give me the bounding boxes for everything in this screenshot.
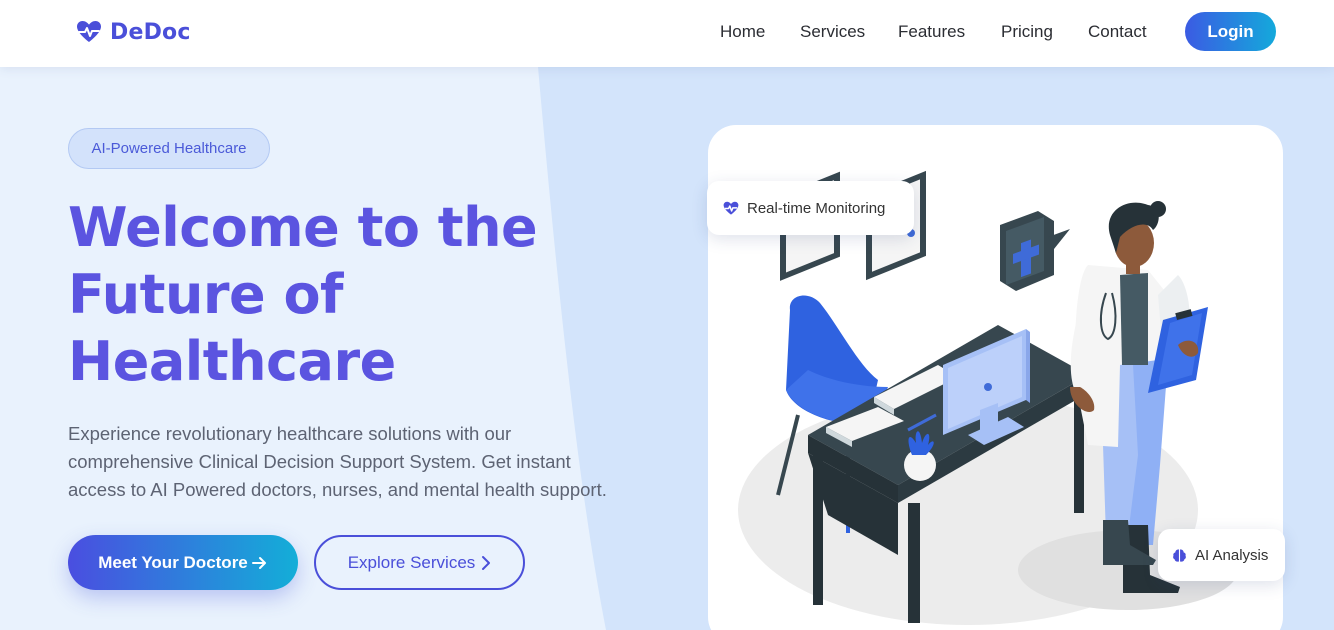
hero-subtitle-line: comprehensive Clinical Decision Support … <box>68 451 571 472</box>
chevron-right-icon <box>482 555 491 570</box>
nav-pricing-link[interactable]: Pricing <box>1001 20 1053 44</box>
top-navbar: DeDoc Home Services Features Pricing Con… <box>0 0 1334 67</box>
arrow-right-icon <box>251 556 266 569</box>
hero-subtitle-line: Experience revolutionary healthcare solu… <box>68 423 512 444</box>
login-button[interactable]: Login <box>1185 12 1276 51</box>
ai-analysis-label: AI Analysis <box>1195 546 1269 564</box>
hero-title-line: Healthcare <box>68 330 396 393</box>
nav-contact-link[interactable]: Contact <box>1088 20 1147 44</box>
realtime-monitoring-label: Real-time Monitoring <box>747 199 886 217</box>
meet-doctor-label: Meet Your Doctore <box>98 552 248 572</box>
nav-services-link[interactable]: Services <box>800 20 865 44</box>
monitor <box>943 329 1030 445</box>
brain-icon <box>1173 548 1186 562</box>
hero-title: Welcome to the Future of Healthcare <box>68 194 628 395</box>
explore-services-label: Explore Services <box>347 552 476 572</box>
hero-title-line: Future of <box>68 263 344 326</box>
meet-doctor-button[interactable]: Meet Your Doctore <box>68 535 298 590</box>
medical-sign <box>1000 211 1070 291</box>
hero-badge: AI-Powered Healthcare <box>68 128 270 169</box>
hero-title-line: Welcome to the <box>68 196 538 259</box>
nav-home-link[interactable]: Home <box>720 20 765 44</box>
ai-analysis-chip: AI Analysis <box>1158 529 1285 581</box>
nav-features-link[interactable]: Features <box>898 20 965 44</box>
hero-subtitle: Experience revolutionary healthcare solu… <box>68 420 668 504</box>
heart-pulse-icon <box>723 201 739 215</box>
realtime-monitoring-chip: Real-time Monitoring <box>707 181 914 235</box>
explore-services-button[interactable]: Explore Services <box>314 535 525 590</box>
main-nav: Home Services Features Pricing Contact <box>0 20 1334 44</box>
hero-subtitle-line: access to AI Powered doctors, nurses, an… <box>68 479 607 500</box>
